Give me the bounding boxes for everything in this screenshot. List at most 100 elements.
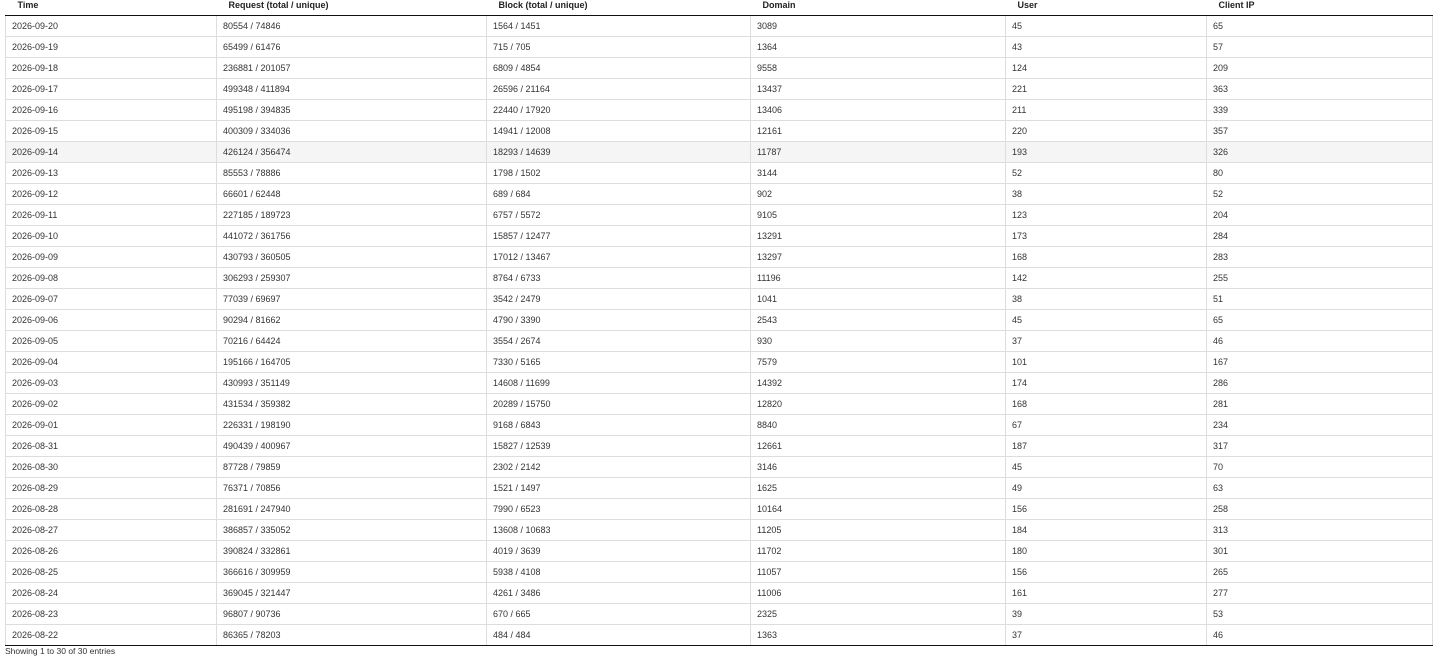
table-row[interactable]: 2026-09-05 70216 / 64424 3554 / 2674 930 37 4… [5,330,1433,352]
cell-block: 715 / 705 [486,36,751,58]
table-row[interactable]: 2026-08-23 96807 / 90736 670 / 665 2325 39 53 [5,603,1433,625]
cell-client-ip: 234 [1206,414,1433,436]
cell-request: 366616 / 309959 [216,561,487,583]
cell-client-ip: 363 [1206,78,1433,100]
table-row[interactable]: 2026-09-13 85553 / 78886 1798 / 1502 3144 52… [5,162,1433,184]
cell-block: 7990 / 6523 [486,498,751,520]
cell-block: 6809 / 4854 [486,57,751,79]
cell-user: 45 [1005,15,1207,37]
cell-client-ip: 65 [1206,15,1433,37]
cell-time: 2026-08-30 [5,456,217,478]
table-row[interactable]: 2026-09-18 236881 / 201057 6809 / 4854 9558… [5,57,1433,79]
cell-domain: 12161 [750,120,1006,142]
column-header-block[interactable]: Block (total / unique) [486,0,751,16]
table-row[interactable]: 2026-08-29 76371 / 70856 1521 / 1497 1625 49… [5,477,1433,499]
cell-domain: 13406 [750,99,1006,121]
cell-user: 101 [1005,351,1207,373]
cell-client-ip: 70 [1206,456,1433,478]
cell-time: 2026-09-09 [5,246,217,268]
cell-time: 2026-09-10 [5,225,217,247]
column-header-client-ip[interactable]: Client IP [1206,0,1433,16]
cell-domain: 11006 [750,582,1006,604]
table-row[interactable]: 2026-09-06 90294 / 81662 4790 / 3390 2543 45… [5,309,1433,331]
cell-client-ip: 209 [1206,57,1433,79]
table-row[interactable]: 2026-09-09 430793 / 360505 17012 / 13467 13… [5,246,1433,268]
cell-client-ip: 80 [1206,162,1433,184]
table-row[interactable]: 2026-09-08 306293 / 259307 8764 / 6733 1119… [5,267,1433,289]
table-row[interactable]: 2026-09-03 430993 / 351149 14608 / 11699 14… [5,372,1433,394]
cell-domain: 11196 [750,267,1006,289]
cell-client-ip: 46 [1206,330,1433,352]
table-row[interactable]: 2026-09-11 227185 / 189723 6757 / 5572 9105… [5,204,1433,226]
table-row[interactable]: 2026-08-30 87728 / 79859 2302 / 2142 3146 45… [5,456,1433,478]
cell-time: 2026-08-27 [5,519,217,541]
cell-block: 17012 / 13467 [486,246,751,268]
cell-user: 124 [1005,57,1207,79]
table-row[interactable]: 2026-09-17 499348 / 411894 26596 / 21164 13… [5,78,1433,100]
cell-domain: 13437 [750,78,1006,100]
cell-user: 49 [1005,477,1207,499]
table-row[interactable]: 2026-09-16 495198 / 394835 22440 / 17920 13… [5,99,1433,121]
cell-block: 15857 / 12477 [486,225,751,247]
cell-user: 156 [1005,498,1207,520]
cell-client-ip: 301 [1206,540,1433,562]
table-row[interactable]: 2026-09-15 400309 / 334036 14941 / 12008 12… [5,120,1433,142]
cell-client-ip: 284 [1206,225,1433,247]
column-header-domain[interactable]: Domain [750,0,1006,16]
table-row[interactable]: 2026-08-22 86365 / 78203 484 / 484 1363 37 46 [5,624,1433,646]
cell-user: 52 [1005,162,1207,184]
cell-user: 38 [1005,288,1207,310]
column-header-user[interactable]: User [1005,0,1207,16]
cell-block: 6757 / 5572 [486,204,751,226]
cell-domain: 1364 [750,36,1006,58]
cell-request: 87728 / 79859 [216,456,487,478]
cell-domain: 13291 [750,225,1006,247]
cell-user: 173 [1005,225,1207,247]
cell-block: 4019 / 3639 [486,540,751,562]
table-row[interactable]: 2026-09-10 441072 / 361756 15857 / 12477 13… [5,225,1433,247]
cell-block: 18293 / 14639 [486,141,751,163]
cell-domain: 3146 [750,456,1006,478]
table-row[interactable]: 2026-08-25 366616 / 309959 5938 / 4108 1105… [5,561,1433,583]
cell-time: 2026-09-08 [5,267,217,289]
cell-time: 2026-09-05 [5,330,217,352]
cell-user: 193 [1005,141,1207,163]
table-row[interactable]: 2026-09-20 80554 / 74846 1564 / 1451 3089 45… [5,15,1433,37]
cell-time: 2026-09-19 [5,36,217,58]
table-row[interactable]: 2026-08-31 490439 / 400967 15827 / 12539 12… [5,435,1433,457]
cell-client-ip: 277 [1206,582,1433,604]
cell-client-ip: 63 [1206,477,1433,499]
table-row[interactable]: 2026-09-14 426124 / 356474 18293 / 14639 11… [5,141,1433,163]
cell-domain: 3089 [750,15,1006,37]
cell-domain: 10164 [750,498,1006,520]
table-row[interactable]: 2026-09-07 77039 / 69697 3542 / 2479 1041 38… [5,288,1433,310]
cell-block: 26596 / 21164 [486,78,751,100]
cell-client-ip: 265 [1206,561,1433,583]
cell-domain: 13297 [750,246,1006,268]
cell-time: 2026-09-04 [5,351,217,373]
cell-time: 2026-09-06 [5,309,217,331]
cell-client-ip: 258 [1206,498,1433,520]
table-row[interactable]: 2026-08-26 390824 / 332861 4019 / 3639 1170… [5,540,1433,562]
table-row[interactable]: 2026-09-01 226331 / 198190 9168 / 6843 8840… [5,414,1433,436]
cell-user: 38 [1005,183,1207,205]
cell-user: 123 [1005,204,1207,226]
table-row[interactable]: 2026-08-27 386857 / 335052 13608 / 10683 11… [5,519,1433,541]
table-row[interactable]: 2026-09-02 431534 / 359382 20289 / 15750 12… [5,393,1433,415]
table-info-text: Showing 1 to 30 of 30 entries [5,646,116,656]
table-row[interactable]: 2026-08-24 369045 / 321447 4261 / 3486 1100… [5,582,1433,604]
column-header-time[interactable]: Time [5,0,217,16]
column-header-request[interactable]: Request (total / unique) [216,0,487,16]
cell-time: 2026-09-07 [5,288,217,310]
table-row[interactable]: 2026-09-12 66601 / 62448 689 / 684 902 38 52 [5,183,1433,205]
cell-request: 369045 / 321447 [216,582,487,604]
cell-block: 14941 / 12008 [486,120,751,142]
table-row[interactable]: 2026-09-19 65499 / 61476 715 / 705 1364 43 57 [5,36,1433,58]
table-row[interactable]: 2026-09-04 195166 / 164705 7330 / 5165 7579… [5,351,1433,373]
cell-time: 2026-09-13 [5,162,217,184]
cell-request: 226331 / 198190 [216,414,487,436]
table-row[interactable]: 2026-08-28 281691 / 247940 7990 / 6523 1016… [5,498,1433,520]
cell-time: 2026-09-12 [5,183,217,205]
cell-block: 689 / 684 [486,183,751,205]
cell-domain: 9558 [750,57,1006,79]
